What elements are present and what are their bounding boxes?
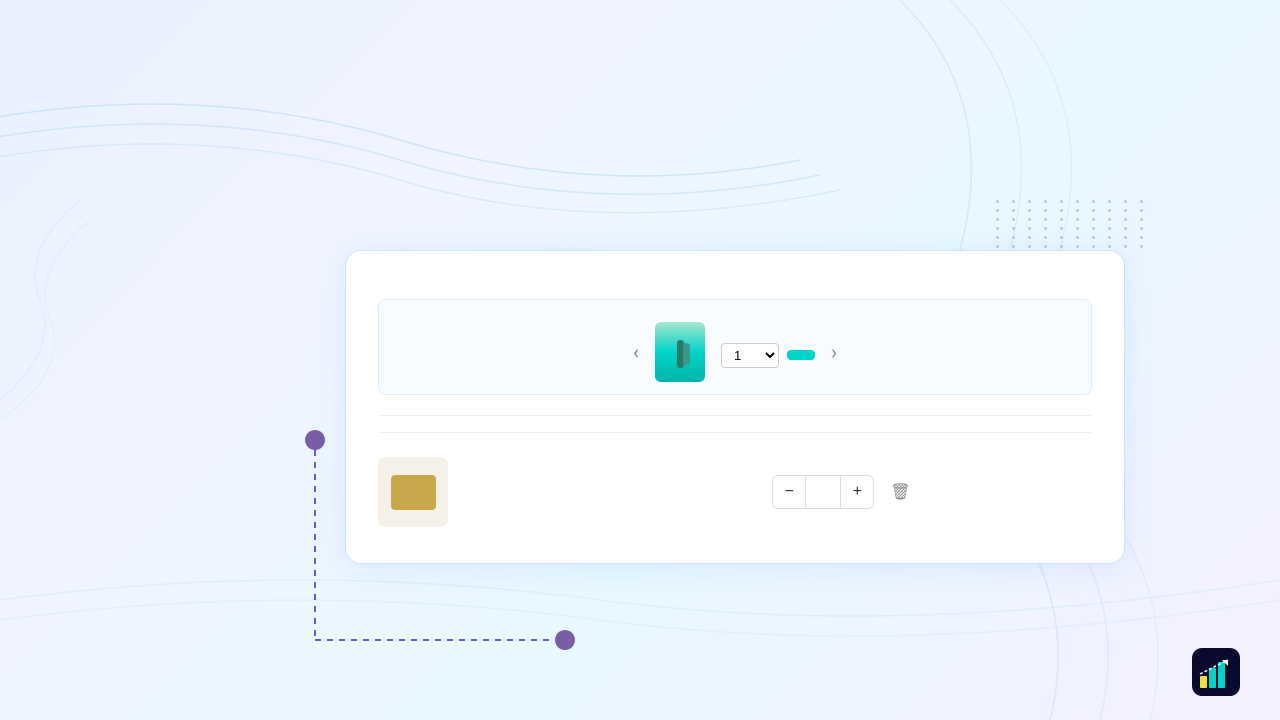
upsell-product-image — [655, 322, 705, 382]
dot-grid-decoration: const dotGrid = document.querySelector('… — [996, 200, 1150, 248]
upsell-add-to-cart-button[interactable] — [787, 350, 815, 360]
cart-item-row: − + 🗑 — [378, 449, 1092, 535]
upsell-qty-row: 1 2 3 — [721, 343, 815, 368]
upsell-product-row: ‹ 1 2 3 › — [395, 322, 1075, 382]
quantity-value — [805, 476, 841, 508]
upsell-product-info: 1 2 3 — [721, 337, 815, 368]
upsell-prev-arrow[interactable]: ‹ — [633, 340, 639, 364]
decrease-qty-button[interactable]: − — [773, 476, 805, 508]
cart-item-product — [378, 457, 758, 527]
product-image-box — [378, 457, 448, 527]
logo-icon — [1192, 648, 1240, 696]
logo-area — [1192, 648, 1252, 696]
left-content-area — [60, 70, 400, 259]
main-title — [60, 70, 400, 179]
cart-table-header — [378, 415, 1092, 433]
product-image — [391, 475, 436, 510]
delete-item-button[interactable]: 🗑 — [890, 482, 910, 502]
upsell-next-arrow[interactable]: › — [831, 340, 837, 364]
cart-panel: ‹ 1 2 3 › — [345, 250, 1125, 564]
upsell-bar: ‹ 1 2 3 › — [378, 299, 1092, 395]
upsell-quantity-select[interactable]: 1 2 3 — [721, 343, 779, 368]
increase-qty-button[interactable]: + — [841, 476, 873, 508]
quantity-cell: − + 🗑 — [758, 475, 925, 509]
quantity-control: − + — [772, 475, 874, 509]
